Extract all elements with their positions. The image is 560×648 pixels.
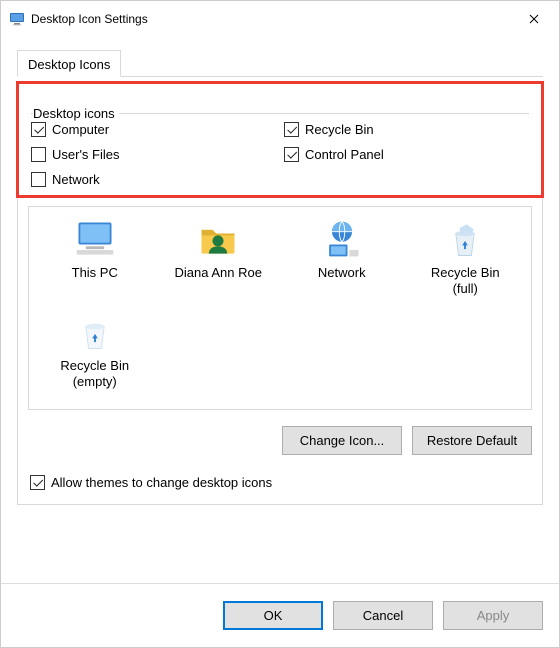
- recycle-bin-empty-icon: [73, 310, 117, 354]
- checkbox-recycle-bin[interactable]: Recycle Bin: [284, 122, 529, 137]
- cancel-button[interactable]: Cancel: [333, 601, 433, 630]
- tab-page: Desktop icons Computer User's Files: [17, 81, 543, 505]
- preview-label: Diana Ann Roe: [175, 265, 262, 281]
- checkbox-control-panel[interactable]: Control Panel: [284, 147, 529, 162]
- preview-this-pc[interactable]: This PC: [33, 215, 157, 298]
- apply-button[interactable]: Apply: [443, 601, 543, 630]
- checkbox-allow-themes[interactable]: Allow themes to change desktop icons: [30, 475, 530, 490]
- checkbox-col-left: Computer User's Files Network: [31, 122, 276, 187]
- preview-label: Recycle Bin (full): [431, 265, 500, 296]
- groupbox-label: Desktop icons: [33, 106, 119, 121]
- title-bar: Desktop Icon Settings: [1, 1, 559, 37]
- dialog-buttons: OK Cancel Apply: [1, 583, 559, 647]
- checkbox-network[interactable]: Network: [31, 172, 276, 187]
- checkbox-box: [31, 122, 46, 137]
- preview-recycle-bin-empty[interactable]: Recycle Bin (empty): [33, 308, 157, 391]
- close-button[interactable]: [517, 7, 551, 31]
- dialog-content: Desktop Icons Desktop icons Computer Use…: [1, 37, 559, 517]
- icon-grid: This PC Diana Ann Roe: [33, 215, 527, 391]
- checkbox-label: User's Files: [52, 147, 120, 162]
- tab-bar: Desktop Icons: [17, 49, 543, 77]
- preview-label: Network: [318, 265, 366, 281]
- preview-user-folder[interactable]: Diana Ann Roe: [157, 215, 281, 298]
- network-icon: [320, 217, 364, 261]
- checkbox-box: [31, 172, 46, 187]
- monitor-icon: [9, 11, 25, 27]
- restore-default-button[interactable]: Restore Default: [412, 426, 532, 455]
- checkbox-users-files[interactable]: User's Files: [31, 147, 276, 162]
- checkbox-computer[interactable]: Computer: [31, 122, 276, 137]
- checkbox-label: Control Panel: [305, 147, 384, 162]
- groupbox-desktop-icons: Desktop icons Computer User's Files: [31, 98, 529, 187]
- preview-network[interactable]: Network: [280, 215, 404, 298]
- icon-buttons-row: Change Icon... Restore Default: [28, 420, 532, 471]
- preview-label: This PC: [72, 265, 118, 281]
- preview-recycle-bin-full[interactable]: Recycle Bin (full): [404, 215, 528, 298]
- checkbox-label: Network: [52, 172, 100, 187]
- user-folder-icon: [196, 217, 240, 261]
- checkbox-label: Recycle Bin: [305, 122, 374, 137]
- ok-button[interactable]: OK: [223, 601, 323, 630]
- this-pc-icon: [73, 217, 117, 261]
- change-icon-button[interactable]: Change Icon...: [282, 426, 402, 455]
- recycle-bin-full-icon: [443, 217, 487, 261]
- tab-desktop-icons[interactable]: Desktop Icons: [17, 50, 121, 77]
- checkbox-columns: Computer User's Files Network: [31, 114, 529, 187]
- close-icon: [529, 14, 539, 24]
- highlight-box: Desktop icons Computer User's Files: [16, 81, 544, 198]
- checkbox-col-right: Recycle Bin Control Panel: [284, 122, 529, 187]
- title-left: Desktop Icon Settings: [9, 11, 148, 27]
- checkbox-box: [30, 475, 45, 490]
- icon-preview-box: This PC Diana Ann Roe: [28, 206, 532, 410]
- checkbox-label: Computer: [52, 122, 109, 137]
- checkbox-label: Allow themes to change desktop icons: [51, 475, 272, 490]
- checkbox-box: [31, 147, 46, 162]
- window-title: Desktop Icon Settings: [31, 12, 148, 26]
- checkbox-box: [284, 147, 299, 162]
- checkbox-box: [284, 122, 299, 137]
- preview-label: Recycle Bin (empty): [60, 358, 129, 389]
